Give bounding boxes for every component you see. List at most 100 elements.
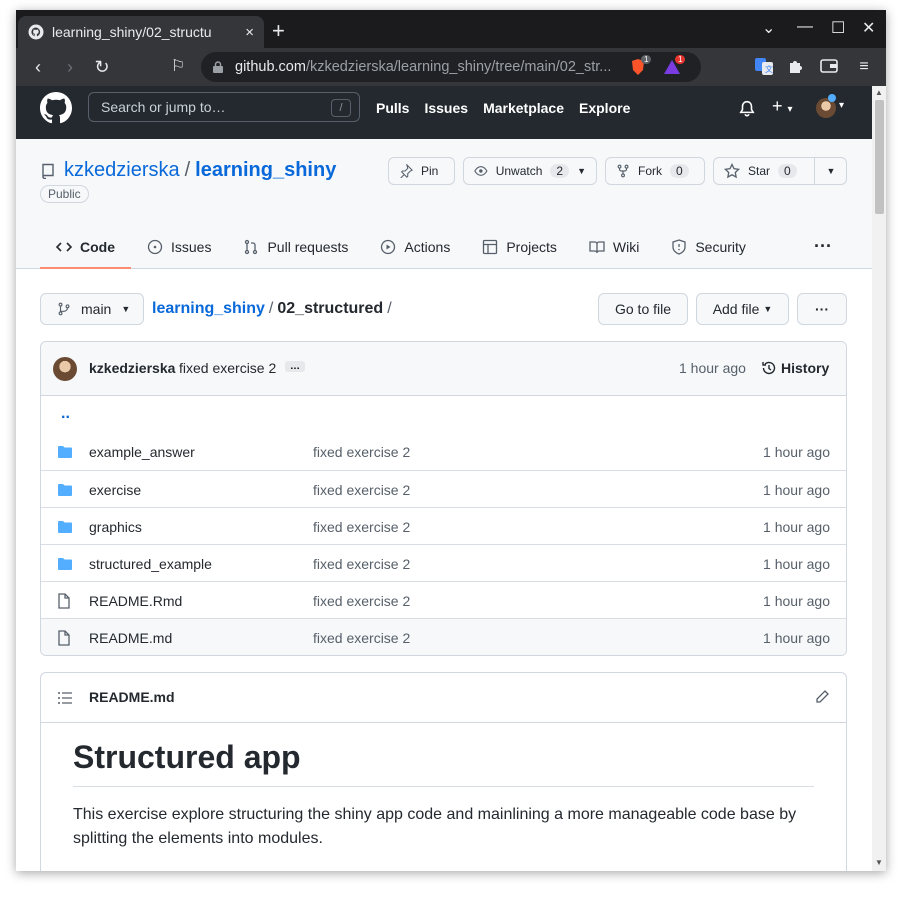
page-scrollbar[interactable]: ▲ ▼	[872, 86, 886, 871]
commit-expand-button[interactable]: …	[285, 361, 305, 372]
window-close-icon[interactable]: ✕	[862, 18, 875, 38]
tab-issues[interactable]: Issues	[131, 225, 227, 269]
repo-tabs-more-button[interactable]: ···	[814, 236, 832, 257]
file-name-link[interactable]: graphics	[89, 519, 142, 535]
branch-select-button[interactable]: main ▼	[40, 293, 144, 325]
tab-wiki[interactable]: Wiki	[573, 225, 655, 269]
maximize-icon[interactable]: ☐	[831, 18, 845, 38]
tab-code[interactable]: Code	[40, 225, 131, 269]
file-icon	[57, 630, 71, 649]
star-list-caret-icon[interactable]: ▼	[814, 157, 847, 185]
address-bar[interactable]: github.com/kzkedzierska/learning_shiny/t…	[201, 52, 701, 82]
create-new-plus-icon[interactable]: + ▾	[772, 96, 793, 117]
file-commit-message[interactable]: fixed exercise 2	[313, 519, 410, 535]
scroll-up-arrow-icon[interactable]: ▲	[875, 88, 883, 97]
tab-pull-requests-label: Pull requests	[267, 239, 349, 255]
file-commit-message[interactable]: fixed exercise 2	[313, 556, 410, 572]
browser-tab[interactable]: learning_shiny/02_structu ×	[18, 16, 264, 48]
file-commit-time: 1 hour ago	[763, 519, 830, 535]
star-button[interactable]: Star 0 ▼	[713, 157, 847, 185]
watch-count: 2	[550, 164, 570, 178]
repo-owner-link[interactable]: kzkedzierska	[64, 159, 180, 182]
new-tab-button[interactable]: +	[272, 20, 285, 42]
reload-icon[interactable]: ↻	[92, 57, 112, 77]
brave-badge: 1	[641, 55, 652, 64]
nav-marketplace[interactable]: Marketplace	[483, 100, 564, 116]
file-list: kzkedzierska fixed exercise 2 … 1 hour a…	[40, 341, 847, 656]
file-row[interactable]: example_answer fixed exercise 2 1 hour ago	[41, 433, 846, 470]
avatar-caret-icon[interactable]: ▾	[839, 100, 844, 111]
folder-icon	[57, 444, 73, 463]
nav-explore[interactable]: Explore	[579, 100, 630, 116]
forward-icon[interactable]: ›	[60, 57, 80, 77]
bookmark-icon[interactable]: ⚐	[168, 57, 188, 77]
notifications-bell-icon[interactable]	[738, 100, 756, 118]
file-commit-message[interactable]: fixed exercise 2	[313, 482, 410, 498]
fork-button[interactable]: Fork 0	[605, 157, 705, 185]
commit-time: 1 hour ago	[679, 360, 746, 376]
code-icon	[56, 242, 72, 252]
unwatch-button[interactable]: Unwatch 2 ▼	[463, 157, 597, 185]
file-name-link[interactable]: example_answer	[89, 444, 195, 460]
tab-security[interactable]: Security	[655, 225, 762, 269]
tab-pull-requests[interactable]: Pull requests	[227, 225, 364, 269]
play-icon	[381, 239, 396, 255]
file-row[interactable]: README.md fixed exercise 2 1 hour ago	[41, 618, 846, 655]
add-file-button[interactable]: Add file ▼	[696, 293, 789, 325]
file-row[interactable]: graphics fixed exercise 2 1 hour ago	[41, 507, 846, 544]
file-row[interactable]: structured_example fixed exercise 2 1 hour…	[41, 544, 846, 581]
commit-message[interactable]: fixed exercise 2	[179, 360, 276, 376]
wallet-icon[interactable]	[819, 56, 839, 76]
tab-search-chevron-icon[interactable]: ⌄	[762, 18, 775, 38]
file-name-link[interactable]: README.Rmd	[89, 593, 182, 609]
tab-projects[interactable]: Projects	[466, 225, 573, 269]
fork-count: 0	[670, 164, 689, 178]
list-unordered-icon[interactable]	[57, 690, 73, 706]
tab-actions[interactable]: Actions	[364, 225, 466, 269]
file-commit-message[interactable]: fixed exercise 2	[313, 444, 410, 460]
history-link[interactable]: History	[761, 360, 829, 376]
commit-author[interactable]: kzkedzierska	[89, 360, 175, 376]
file-commit-time: 1 hour ago	[763, 593, 830, 609]
nav-issues[interactable]: Issues	[424, 100, 468, 116]
star-label: Star	[748, 164, 771, 178]
add-file-label: Add file	[712, 301, 760, 317]
readme-filename[interactable]: README.md	[89, 689, 175, 705]
menu-icon[interactable]: ≡	[854, 57, 874, 77]
url-text: github.com/kzkedzierska/learning_shiny/t…	[235, 59, 612, 75]
breadcrumb-repo-link[interactable]: learning_shiny	[152, 300, 265, 317]
scroll-thumb[interactable]	[875, 100, 884, 214]
translate-extension-icon[interactable]: 文	[754, 56, 774, 76]
repo-name-link[interactable]: learning_shiny	[195, 159, 336, 182]
add-file-caret-icon: ▼	[763, 304, 773, 314]
file-row[interactable]: exercise fixed exercise 2 1 hour ago	[41, 470, 846, 507]
shield-icon	[672, 239, 686, 255]
file-name-link[interactable]: structured_example	[89, 556, 212, 572]
history-icon	[762, 361, 776, 375]
go-to-file-button[interactable]: Go to file	[598, 293, 688, 325]
file-name-link[interactable]: exercise	[89, 482, 141, 498]
tab-projects-label: Projects	[506, 239, 557, 255]
tab-close-icon[interactable]: ×	[245, 24, 254, 41]
commit-author-avatar[interactable]	[53, 357, 77, 381]
scroll-down-arrow-icon[interactable]: ▼	[875, 858, 883, 867]
file-commit-time: 1 hour ago	[763, 482, 830, 498]
search-input[interactable]: Search or jump to… /	[88, 92, 360, 122]
extensions-puzzle-icon[interactable]	[786, 56, 806, 76]
file-more-button[interactable]: ···	[797, 293, 847, 325]
breadcrumb: learning_shiny/02_structured /	[152, 300, 396, 318]
minimize-icon[interactable]: —	[797, 18, 813, 36]
back-icon[interactable]: ‹	[28, 57, 48, 77]
parent-directory-link[interactable]: ..	[61, 405, 70, 423]
parent-directory-row[interactable]: ..	[41, 396, 846, 433]
github-logo-icon[interactable]	[40, 92, 72, 124]
pin-button[interactable]: Pin	[388, 157, 455, 185]
file-commit-message[interactable]: fixed exercise 2	[313, 630, 410, 646]
file-commit-message[interactable]: fixed exercise 2	[313, 593, 410, 609]
file-name-link[interactable]: README.md	[89, 630, 172, 646]
file-row[interactable]: README.Rmd fixed exercise 2 1 hour ago	[41, 581, 846, 618]
unwatch-label: Unwatch	[495, 164, 543, 178]
star-count: 0	[778, 164, 797, 178]
nav-pulls[interactable]: Pulls	[376, 100, 409, 116]
pencil-icon[interactable]	[814, 689, 830, 705]
